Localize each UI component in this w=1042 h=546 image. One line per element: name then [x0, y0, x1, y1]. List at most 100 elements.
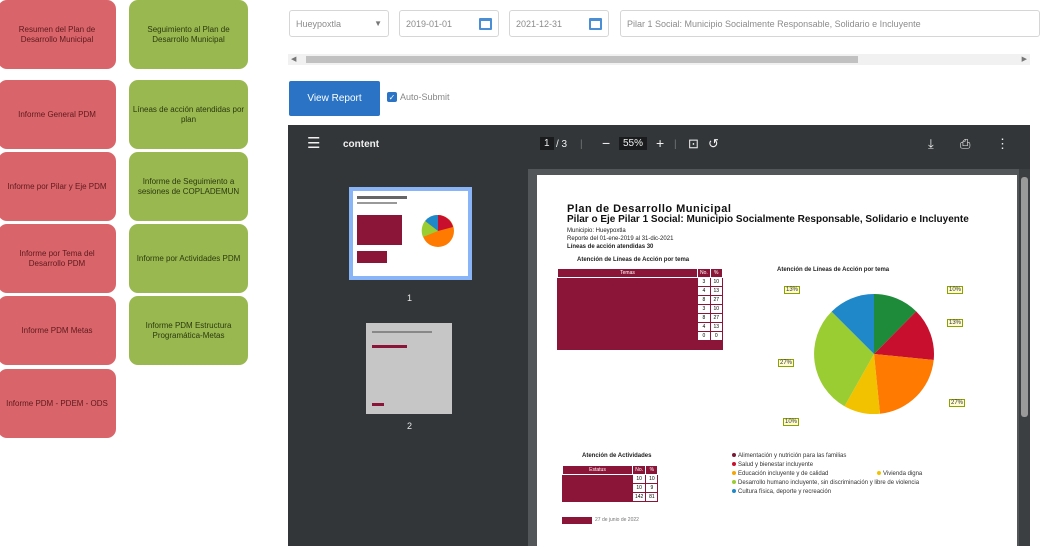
- legend-label: Vivienda digna: [883, 471, 923, 477]
- cell-no: 3: [697, 277, 711, 287]
- tile-label: Líneas de acción atendidas por plan: [132, 104, 245, 124]
- tile-informe-tema[interactable]: Informe por Tema del Desarrollo PDM: [0, 224, 116, 293]
- start-date-field[interactable]: 2019-01-01: [399, 10, 499, 37]
- checkbox-checked-icon[interactable]: ✓: [387, 92, 397, 102]
- rotate-icon[interactable]: ↺: [708, 136, 719, 152]
- activities-title: Atención de Actividades: [582, 453, 652, 459]
- tile-seguimiento-coplademun[interactable]: Informe de Seguimiento a sesiones de COP…: [129, 152, 248, 221]
- pdf-lineas-atendidas: Líneas de acción atendidas 30: [567, 244, 654, 250]
- vertical-scrollbar[interactable]: [1019, 169, 1030, 546]
- tile-estructura-programatica[interactable]: Informe PDM Estructura Programática-Meta…: [129, 296, 248, 365]
- scroll-right-icon[interactable]: ▶: [1022, 56, 1027, 63]
- more-options-icon[interactable]: ⋮: [996, 136, 1009, 152]
- fit-page-icon[interactable]: ⊡: [688, 136, 699, 152]
- chevron-down-icon: ▼: [374, 19, 382, 28]
- tile-label: Informe PDM Estructura Programática-Meta…: [145, 320, 232, 340]
- legend-item: Educación incluyente y de calidad: [732, 471, 828, 477]
- tile-informe-metas[interactable]: Informe PDM Metas: [0, 296, 116, 365]
- tile-label: Informe por Pilar y Eje PDM: [7, 181, 107, 191]
- legend-item: Desarrollo humano incluyente, sin discri…: [732, 480, 919, 486]
- toolbar-divider: |: [580, 139, 583, 150]
- table-header: Temas: [557, 268, 698, 278]
- legend-dot-icon: [732, 462, 736, 467]
- zoom-out-icon[interactable]: −: [602, 135, 610, 151]
- end-date-field[interactable]: 2021-12-31: [509, 10, 609, 37]
- tile-informe-actividades[interactable]: Informe por Actividades PDM: [129, 224, 248, 293]
- table-header: %: [645, 465, 659, 475]
- pie-chart-title: Atención de Líneas de Acción por tema: [777, 267, 890, 273]
- pdf-filename: content: [343, 139, 380, 150]
- tile-lineas-accion[interactable]: Líneas de acción atendidas por plan: [129, 80, 248, 149]
- legend-label: Alimentación y nutrición para las famili…: [738, 453, 847, 459]
- tile-label: Informe de Seguimiento a sesiones de COP…: [137, 176, 240, 196]
- zoom-input[interactable]: 55%: [619, 137, 648, 150]
- cell-pct: 9: [645, 483, 659, 493]
- tile-label: Informe por Tema del Desarrollo PDM: [19, 248, 95, 268]
- tile-resumen-plan[interactable]: Resumen del Plan de Desarrollo Municipal: [0, 0, 116, 69]
- page-thumbnail-1[interactable]: [349, 187, 472, 280]
- tile-seguimiento-plan[interactable]: Seguimiento al Plan de Desarrollo Munici…: [129, 0, 248, 69]
- scrollbar-thumb[interactable]: [306, 56, 858, 63]
- table-row: 3 10: [557, 304, 723, 314]
- cell-no: 10: [631, 474, 647, 484]
- thumbnail-label: 1: [407, 293, 413, 303]
- legend-item: Alimentación y nutrición para las famili…: [732, 453, 846, 459]
- legend-label: Desarrollo humano incluyente, sin discri…: [738, 480, 920, 486]
- print-icon[interactable]: ⎙: [960, 136, 970, 152]
- thumbnail-label: 2: [407, 421, 413, 431]
- cell-pct: 10: [709, 304, 723, 314]
- legend-item: Cultura física, deporte y recreación: [732, 489, 831, 495]
- legend-dot-icon: [732, 471, 736, 476]
- pie-slice: [874, 354, 934, 414]
- legend-label: Salud y bienestar incluyente: [738, 462, 814, 468]
- cell-no: 4: [697, 322, 711, 332]
- pdf-subtitle: Pilar o Eje Pilar 1 Social: Municipio So…: [567, 214, 969, 225]
- pie-chart: [814, 294, 934, 414]
- menu-icon[interactable]: ☰: [307, 134, 320, 152]
- pdf-municipio: Municipio: Hueypoxtla: [567, 228, 626, 234]
- scrollbar-thumb[interactable]: [1021, 177, 1028, 417]
- table-row: 10 9: [562, 483, 659, 493]
- tile-informe-ods[interactable]: Informe PDM - PDEM - ODS: [0, 369, 116, 438]
- table-header: %: [709, 268, 723, 278]
- pie-callout: 13%: [947, 319, 964, 327]
- cell-pct: 13: [709, 322, 723, 332]
- page-thumbnail-2[interactable]: [366, 323, 452, 414]
- pdf-toolbar: ☰ content 1 / 3 | − 55% + | ⊡ ↺ ⤓ ⎙ ⋮: [288, 125, 1030, 169]
- municipio-select[interactable]: Hueypoxtla ▼: [289, 10, 389, 37]
- legend-label: Cultura física, deporte y recreación: [738, 489, 832, 495]
- municipio-value: Hueypoxtla: [296, 18, 342, 29]
- thumbnail-preview: [357, 196, 454, 263]
- view-report-button[interactable]: View Report: [289, 81, 380, 116]
- tile-informe-general[interactable]: Informe General PDM: [0, 80, 116, 149]
- tile-informe-pilar-eje[interactable]: Informe por Pilar y Eje PDM: [0, 152, 116, 221]
- table-header: No.: [697, 268, 711, 278]
- footer-bar: [562, 517, 592, 524]
- table-row: 142 81: [562, 492, 659, 502]
- scroll-left-icon[interactable]: ◀: [291, 56, 296, 63]
- tile-label: Seguimiento al Plan de Desarrollo Munici…: [147, 24, 230, 44]
- auto-submit-toggle[interactable]: ✓ Auto-Submit: [387, 92, 450, 102]
- table-row: 10 10: [562, 474, 659, 484]
- legend-dot-icon: [877, 471, 881, 476]
- download-icon[interactable]: ⤓: [928, 136, 934, 152]
- cell-pct: 10: [645, 474, 659, 484]
- cell-no: 3: [697, 304, 711, 314]
- cell-pct: 81: [645, 492, 659, 502]
- start-date-value: 2019-01-01: [406, 18, 453, 29]
- cell-pct: 27: [709, 295, 723, 305]
- table-header: Estatus: [562, 465, 633, 475]
- zoom-in-icon[interactable]: +: [656, 135, 664, 151]
- calendar-icon[interactable]: [589, 17, 602, 30]
- legend-dot-icon: [732, 480, 736, 485]
- legend-item: Salud y bienestar incluyente: [732, 462, 813, 468]
- cell-pct: 27: [709, 313, 723, 323]
- pilar-select[interactable]: Pilar 1 Social: Municipio Socialmente Re…: [620, 10, 1040, 37]
- page-number-input[interactable]: 1: [540, 137, 554, 150]
- calendar-icon[interactable]: [479, 17, 492, 30]
- pie-callout: 13%: [784, 286, 801, 294]
- pdf-periodo: Reporte del 01-ene-2019 al 31-dic-2021: [567, 236, 674, 242]
- horizontal-scrollbar[interactable]: ◀ ▶: [288, 54, 1030, 65]
- table-row: 4 13: [557, 286, 723, 296]
- table-row: 4 13: [557, 322, 723, 332]
